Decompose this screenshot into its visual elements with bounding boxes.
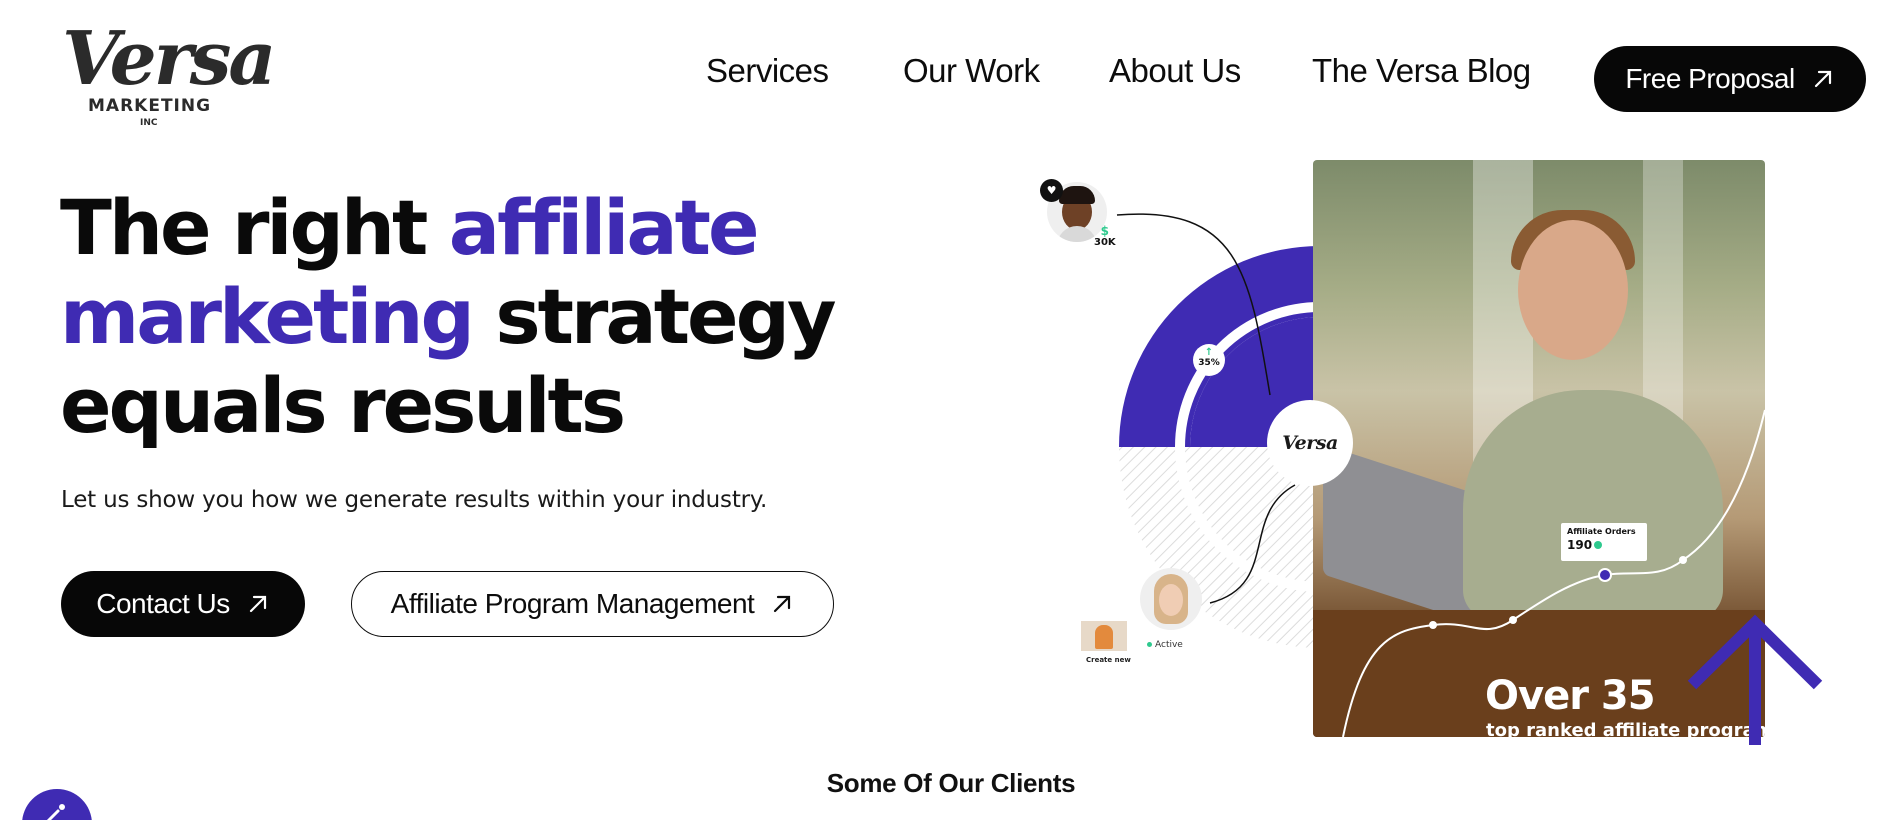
- nav-item-blog[interactable]: The Versa Blog: [1312, 52, 1531, 90]
- hero-subtitle: Let us show you how we generate results …: [61, 487, 768, 513]
- contact-us-label: Contact Us: [96, 588, 230, 619]
- earnings-value: 30K: [1094, 237, 1116, 248]
- status-tag: Active: [1147, 640, 1183, 650]
- status-dot-icon: [1147, 642, 1152, 647]
- clients-title: Some Of Our Clients: [826, 768, 1076, 798]
- status-dot-icon: [1594, 541, 1603, 549]
- arrow-up-right-icon: [774, 595, 791, 613]
- growth-badge: ↑ 35%: [1193, 344, 1225, 376]
- logo-subtitle: MARKETING: [88, 96, 212, 116]
- arrow-up-icon: [1687, 614, 1823, 745]
- logo-inc: INC: [140, 118, 158, 128]
- affiliate-orders-value: 190: [1567, 538, 1593, 552]
- arrow-up-right-icon: [1814, 70, 1831, 88]
- status-label: Active: [1155, 640, 1183, 650]
- create-new-card: [1081, 621, 1129, 661]
- free-proposal-label: Free Proposal: [1625, 63, 1795, 94]
- hero-title-part1: The right: [60, 183, 449, 272]
- arrow-up-right-icon: [249, 595, 266, 613]
- brand-logo[interactable]: Versa MARKETING INC: [62, 22, 276, 134]
- heart-icon: ♥: [1040, 179, 1063, 202]
- arrow-up-icon: ↑: [1204, 347, 1214, 358]
- earnings-tag: $ 30K: [1094, 224, 1116, 248]
- dollar-icon: $: [1100, 224, 1110, 238]
- thumbnail-image: [1081, 621, 1127, 651]
- nav-item-our-work[interactable]: Our Work: [903, 52, 1040, 90]
- hero-title-part3: equals results: [60, 361, 626, 450]
- nav-item-services[interactable]: Services: [706, 52, 829, 90]
- affiliate-orders-card: Affiliate Orders 190: [1561, 523, 1647, 561]
- growth-value: 35%: [1198, 358, 1220, 368]
- chat-widget-icon[interactable]: [22, 789, 92, 820]
- contact-us-button[interactable]: Contact Us: [61, 571, 305, 637]
- affiliate-program-button[interactable]: Affiliate Program Management: [351, 571, 834, 637]
- hero-graphic: Affiliate Orders 190 Over 35 top ranked …: [1040, 155, 1880, 755]
- avatar-woman: [1140, 568, 1202, 630]
- chat-icon: [46, 804, 65, 820]
- nav-item-about-us[interactable]: About Us: [1109, 52, 1241, 90]
- stat-title: Over 35: [1485, 673, 1656, 719]
- logo-script-text: Versa: [62, 16, 276, 102]
- hero-title-part2: strategy: [471, 272, 836, 361]
- hero-title: The right affiliate marketing strategy e…: [60, 183, 860, 450]
- hero-title-accent2: marketing: [60, 272, 475, 361]
- create-new-label: Create new: [1086, 656, 1131, 664]
- hero-title-accent1: affiliate: [448, 183, 760, 272]
- versa-badge-logo: Versa: [1267, 400, 1353, 486]
- affiliate-program-label: Affiliate Program Management: [390, 588, 755, 619]
- free-proposal-button[interactable]: Free Proposal: [1594, 46, 1866, 112]
- affiliate-orders-label: Affiliate Orders: [1567, 527, 1636, 536]
